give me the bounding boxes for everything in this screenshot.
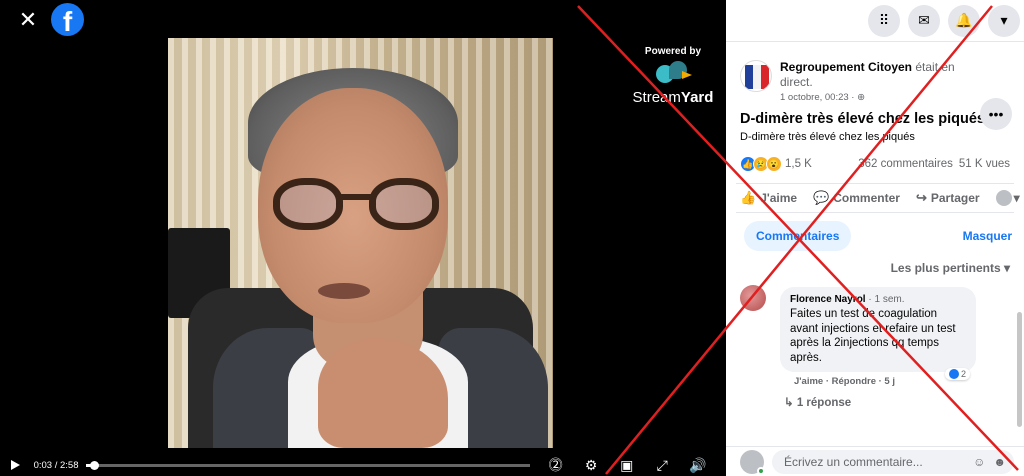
comments-tabs: Commentaires Masquer <box>726 213 1024 251</box>
top-navigation: ⠿ ✉ 🔔 ▾ <box>726 0 1024 42</box>
globe-icon: ⊕ <box>857 92 866 103</box>
emoji-icon[interactable]: ☺ <box>973 455 985 469</box>
sticker-icon[interactable]: ☻ <box>993 455 1006 469</box>
reaction-count[interactable]: 1,5 K <box>785 158 812 170</box>
post-actions: 👍 J'aime 💬 Commenter ↪ Partager ▾ <box>736 183 1020 213</box>
post-description: D-dimère très élevé chez les piqués <box>740 131 915 143</box>
post-author-line: Regroupement Citoyen était en direct. <box>780 60 955 89</box>
volume-icon[interactable]: 🔊 <box>689 457 706 473</box>
comment-meta[interactable]: J'aime · Répondre · 5 j <box>794 376 1010 387</box>
comment-composer: Écrivez un commentaire... ☺ ☻ <box>726 446 1024 476</box>
hide-comments-link[interactable]: Masquer <box>963 229 1012 243</box>
facebook-logo-icon[interactable]: f <box>51 3 84 36</box>
comment-placeholder: Écrivez un commentaire... <box>784 454 923 469</box>
streamyard-logo-icon <box>656 61 692 87</box>
post-side-panel: ⠿ ✉ 🔔 ▾ Regroupement Citoyen était en di… <box>726 0 1024 476</box>
avatar <box>995 190 1012 206</box>
sort-selector[interactable]: Les plus pertinents ▾ <box>726 251 1024 275</box>
thumbs-up-icon: 👍 <box>740 190 757 205</box>
chevron-down-icon: ▾ <box>1013 191 1020 205</box>
comment-text: Faites un test de coagulation avant inje… <box>790 308 956 364</box>
post-header: Regroupement Citoyen était en direct. 1 … <box>726 42 1024 130</box>
comment-bubble: Florence Nayrol · 1 sem. Faites un test … <box>780 287 976 380</box>
video-time: 0:03 / 2:58 <box>33 459 79 471</box>
picture-in-picture-icon[interactable]: ▣ <box>619 457 635 473</box>
share-icon: ↪ <box>915 190 927 205</box>
comment-like-count[interactable]: 2 <box>944 368 970 380</box>
like-button[interactable]: 👍 J'aime <box>740 190 797 206</box>
comment-item: Florence Nayrol · 1 sem. Faites un test … <box>726 275 1024 409</box>
like-reaction-icon <box>948 369 959 379</box>
video-frame[interactable] <box>168 38 553 448</box>
settings-gear-icon[interactable]: ⚙ <box>583 457 599 473</box>
post-timestamp[interactable]: 1 octobre, 00:23 · ⊕ <box>780 92 865 103</box>
account-dropdown-icon[interactable]: ▾ <box>988 4 1020 37</box>
comments-count[interactable]: 362 commentaires <box>858 158 953 170</box>
autoplay-icon[interactable]: ⓶ <box>548 457 564 473</box>
online-status-dot <box>757 466 765 475</box>
post-stats: 👍 😢 😮 1,5 K 362 commentaires 51 K vues <box>726 155 1024 173</box>
wow-reaction-icon: 😮 <box>766 156 782 172</box>
chevron-down-icon: ▾ <box>1003 261 1010 275</box>
scrollbar[interactable] <box>1017 312 1022 427</box>
commenter-avatar[interactable] <box>740 285 766 311</box>
page-avatar[interactable] <box>740 60 772 92</box>
progress-knob[interactable] <box>90 460 100 470</box>
reaction-icons[interactable]: 👍 😢 😮 <box>740 156 782 172</box>
author-name[interactable]: Regroupement Citoyen <box>780 60 912 74</box>
comment-icon: 💬 <box>813 190 830 205</box>
play-icon[interactable] <box>8 458 22 472</box>
powered-by-label: Powered by <box>644 46 702 57</box>
comment-input[interactable]: Écrivez un commentaire... ☺ ☻ <box>772 449 1014 474</box>
video-controls: 0:03 / 2:58 ⓶ ⚙ ▣ ⤢ 🔊 <box>0 454 726 476</box>
notifications-bell-icon[interactable]: 🔔 <box>948 4 980 37</box>
user-avatar[interactable] <box>740 449 765 475</box>
fullscreen-icon[interactable]: ⤢ <box>654 457 670 473</box>
react-as-selector[interactable]: ▾ <box>995 190 1020 206</box>
messenger-icon[interactable]: ✉ <box>908 4 940 37</box>
commenter-name[interactable]: Florence Nayrol · 1 sem. <box>790 294 966 305</box>
close-icon[interactable]: ✕ <box>16 8 40 32</box>
reply-arrow-icon: ↳ <box>784 397 794 409</box>
views-count: 51 K vues <box>958 158 1010 170</box>
comment-button[interactable]: 💬 Commenter <box>813 190 900 206</box>
more-options-icon[interactable]: ••• <box>980 98 1012 130</box>
streamyard-watermark: Powered by StreamYard <box>628 46 718 106</box>
streamyard-brand: StreamYard <box>632 89 714 106</box>
view-replies-link[interactable]: ↳ 1 réponse <box>784 395 1010 409</box>
video-player[interactable]: Powered by StreamYard ✕ f 0:03 / 2:58 ⓶ … <box>0 0 726 476</box>
progress-bar[interactable] <box>86 460 530 470</box>
glasses <box>273 178 443 233</box>
mouth <box>318 283 370 299</box>
menu-grid-icon[interactable]: ⠿ <box>868 4 900 37</box>
share-button[interactable]: ↪ Partager <box>916 190 980 206</box>
tab-comments[interactable]: Commentaires <box>744 221 852 251</box>
